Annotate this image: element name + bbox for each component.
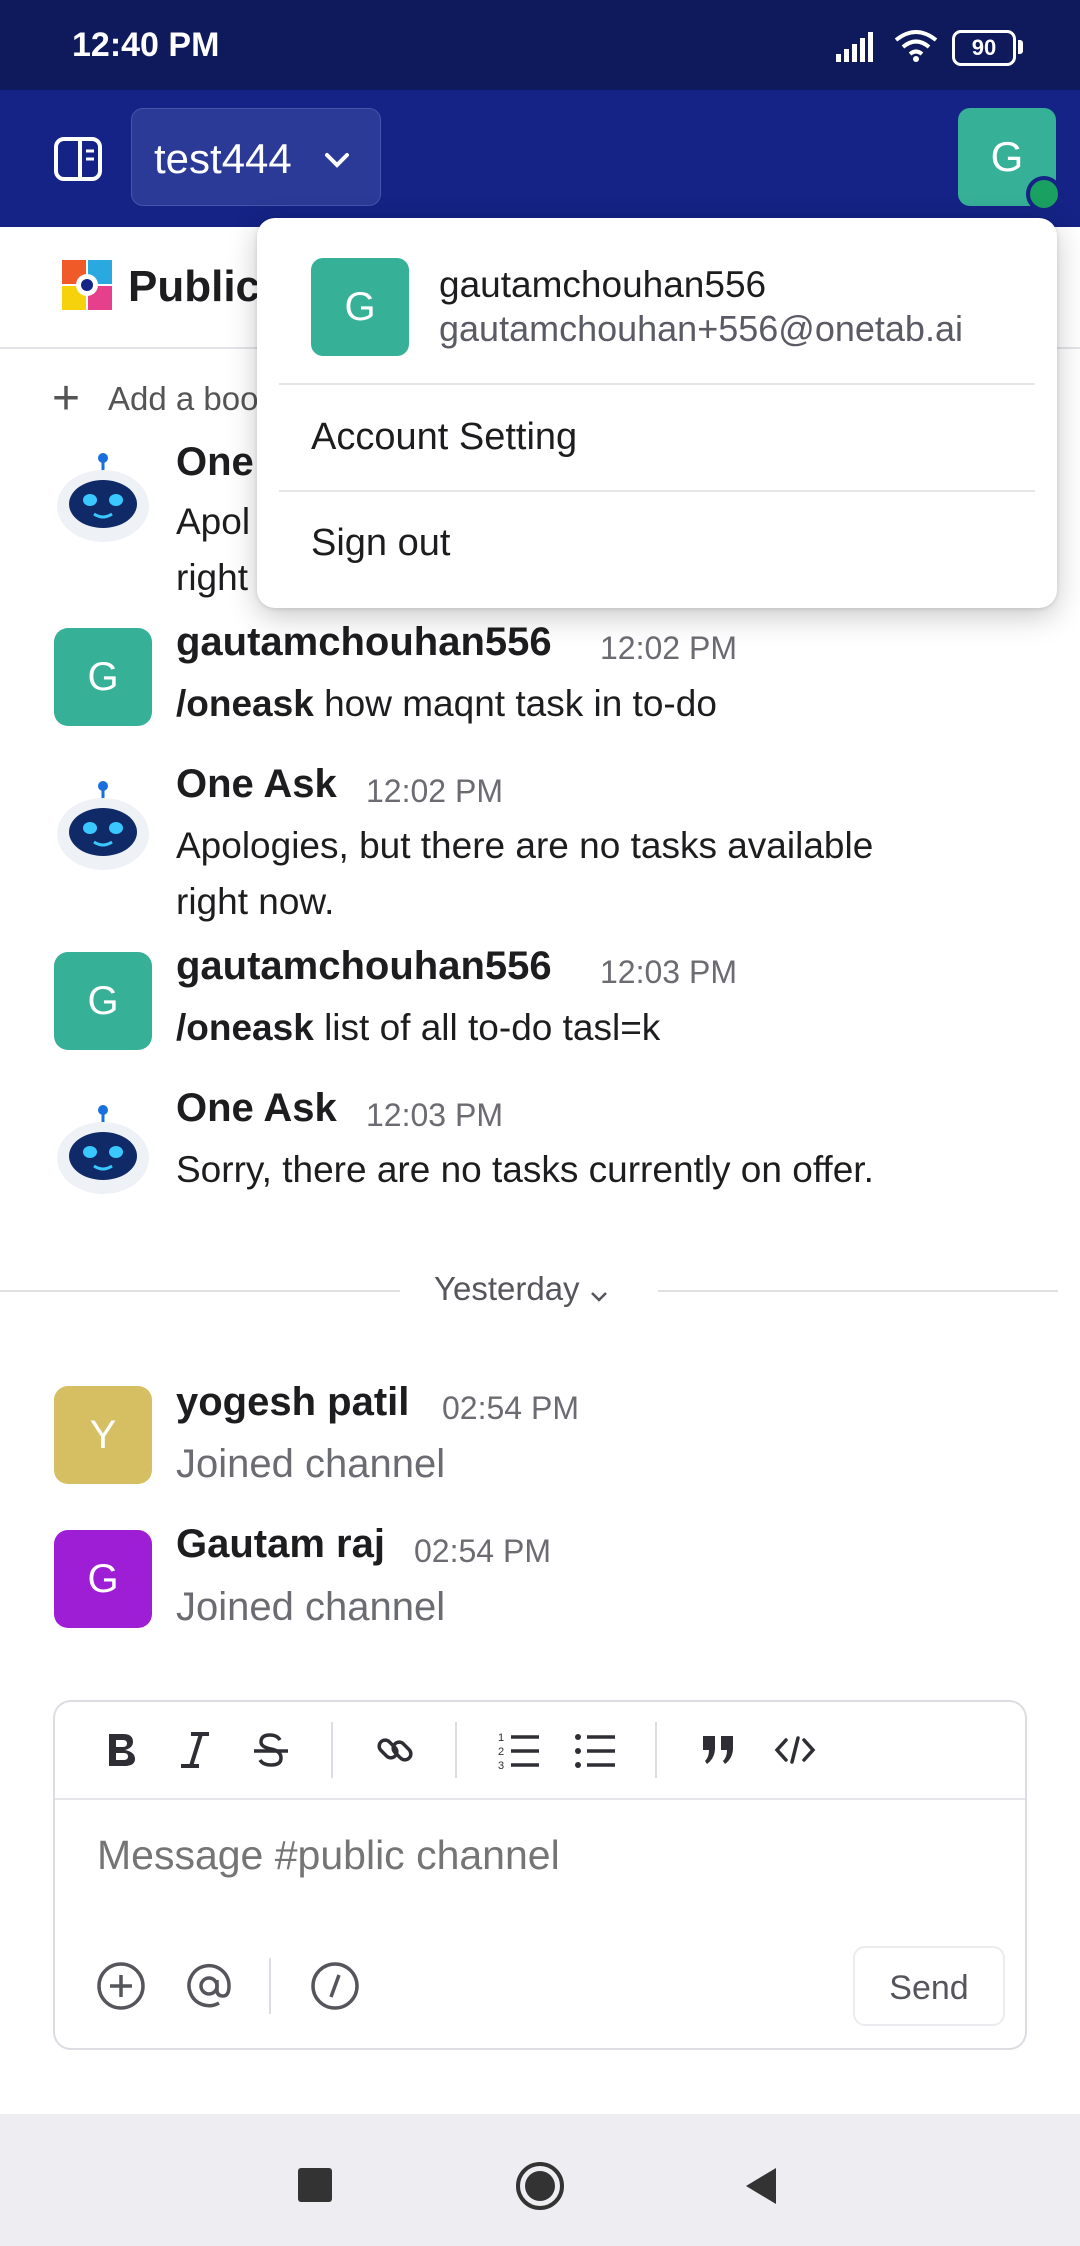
system-message: Joined channel xyxy=(176,1442,446,1486)
message-author[interactable]: gautamchouhan556 xyxy=(176,944,552,989)
message-body: how maqnt task in to-do xyxy=(324,683,717,724)
message-text: right xyxy=(176,557,248,598)
bot-avatar-icon xyxy=(54,780,152,883)
slash-command: /oneask xyxy=(176,683,314,724)
plus-icon[interactable]: + xyxy=(52,375,80,423)
svg-text:3: 3 xyxy=(498,1760,504,1771)
message-time: 12:02 PM xyxy=(366,773,503,809)
quote-icon[interactable] xyxy=(693,1724,745,1776)
bold-icon[interactable] xyxy=(95,1724,147,1776)
signal-icon xyxy=(836,32,873,62)
message-time: 12:02 PM xyxy=(600,630,737,666)
sidebar-toggle-icon[interactable] xyxy=(52,133,104,185)
toolbar-divider xyxy=(331,1722,333,1778)
toolbar-divider xyxy=(455,1722,457,1778)
account-dropdown: G gautamchouhan556 gautamchouhan+556@one… xyxy=(257,218,1057,608)
slash-command-icon[interactable] xyxy=(309,1960,361,2012)
day-divider-label: Yesterday xyxy=(434,1270,580,1307)
mention-icon[interactable] xyxy=(183,1960,235,2012)
bullet-list-icon[interactable] xyxy=(569,1724,621,1776)
battery-tip xyxy=(1018,40,1023,54)
svg-text:1: 1 xyxy=(498,1732,504,1744)
dropdown-divider xyxy=(279,490,1035,492)
battery-icon: 90 xyxy=(952,30,1016,66)
day-divider-line xyxy=(0,1290,400,1292)
channel-logo-icon xyxy=(62,260,112,310)
plus-circle-icon[interactable] xyxy=(95,1960,147,2012)
status-time: 12:40 PM xyxy=(72,26,220,64)
toolbar-divider xyxy=(655,1722,657,1778)
system-message: Joined channel xyxy=(176,1585,446,1629)
message-time: 12:03 PM xyxy=(366,1097,503,1133)
slash-command: /oneask xyxy=(176,1007,314,1048)
message-text: Apol xyxy=(176,501,251,542)
message-text: /oneask how maqnt task in to-do xyxy=(176,676,717,732)
account-setting-item[interactable]: Account Setting xyxy=(311,416,577,459)
strikethrough-icon[interactable] xyxy=(245,1724,297,1776)
message-author[interactable]: One xyxy=(176,440,254,485)
bot-avatar-icon xyxy=(54,452,152,555)
message-time: 12:03 PM xyxy=(600,954,737,990)
message-author[interactable]: gautamchouhan556 xyxy=(176,620,552,665)
message-text: right now. xyxy=(176,881,335,922)
add-bookmark-button[interactable]: Add a boo xyxy=(108,380,258,418)
dropdown-avatar: G xyxy=(311,258,409,356)
nav-home-icon[interactable] xyxy=(514,2160,566,2212)
nav-back-icon[interactable] xyxy=(742,2166,780,2206)
message-author[interactable]: yogesh patil xyxy=(176,1380,409,1425)
chevron-down-icon xyxy=(325,153,349,168)
nav-recents-icon[interactable] xyxy=(298,2168,332,2202)
message-time: 02:54 PM xyxy=(442,1390,579,1426)
code-icon[interactable] xyxy=(769,1724,821,1776)
dropdown-email: gautamchouhan+556@onetab.ai xyxy=(439,308,963,349)
message-author[interactable]: One Ask xyxy=(176,762,337,807)
day-divider-line xyxy=(658,1290,1058,1292)
message-input[interactable] xyxy=(97,1832,977,1879)
send-button[interactable]: Send xyxy=(853,1946,1005,2026)
message-author[interactable]: One Ask xyxy=(176,1086,337,1131)
link-icon[interactable] xyxy=(369,1724,421,1776)
avatar[interactable]: G xyxy=(54,952,152,1050)
wifi-icon xyxy=(894,30,938,62)
sign-out-item[interactable]: Sign out xyxy=(311,522,450,565)
avatar[interactable]: G xyxy=(54,1530,152,1628)
channel-title[interactable]: Public xyxy=(128,262,260,312)
message-author[interactable]: Gautam raj xyxy=(176,1522,385,1567)
workspace-switcher[interactable]: test444 xyxy=(131,108,381,206)
message-text: Sorry, there are no tasks currently on o… xyxy=(176,1149,874,1190)
system-nav-bar xyxy=(0,2114,1080,2246)
svg-text:2: 2 xyxy=(498,1746,504,1758)
message-text: Apologies, but there are no tasks availa… xyxy=(176,825,874,866)
avatar[interactable]: G xyxy=(54,628,152,726)
message-body: list of all to-do tasl=k xyxy=(324,1007,661,1048)
message-composer: 1 2 3 Send xyxy=(53,1700,1027,2050)
day-divider[interactable]: Yesterday xyxy=(434,1270,610,1308)
composer-divider xyxy=(269,1958,271,2014)
online-status-dot xyxy=(1026,176,1062,212)
bot-avatar-icon xyxy=(54,1104,152,1207)
dropdown-divider xyxy=(279,383,1035,385)
formatting-toolbar: 1 2 3 xyxy=(55,1702,1025,1800)
message-time: 02:54 PM xyxy=(414,1533,551,1569)
avatar[interactable]: Y xyxy=(54,1386,152,1484)
workspace-name: test444 xyxy=(154,135,292,182)
ordered-list-icon[interactable]: 1 2 3 xyxy=(493,1724,545,1776)
dropdown-username: gautamchouhan556 xyxy=(439,264,767,305)
status-bar: 12:40 PM 90 xyxy=(0,0,1080,90)
italic-icon[interactable] xyxy=(169,1724,221,1776)
chevron-down-icon xyxy=(591,1291,607,1302)
message-text: /oneask list of all to-do tasl=k xyxy=(176,1000,660,1056)
